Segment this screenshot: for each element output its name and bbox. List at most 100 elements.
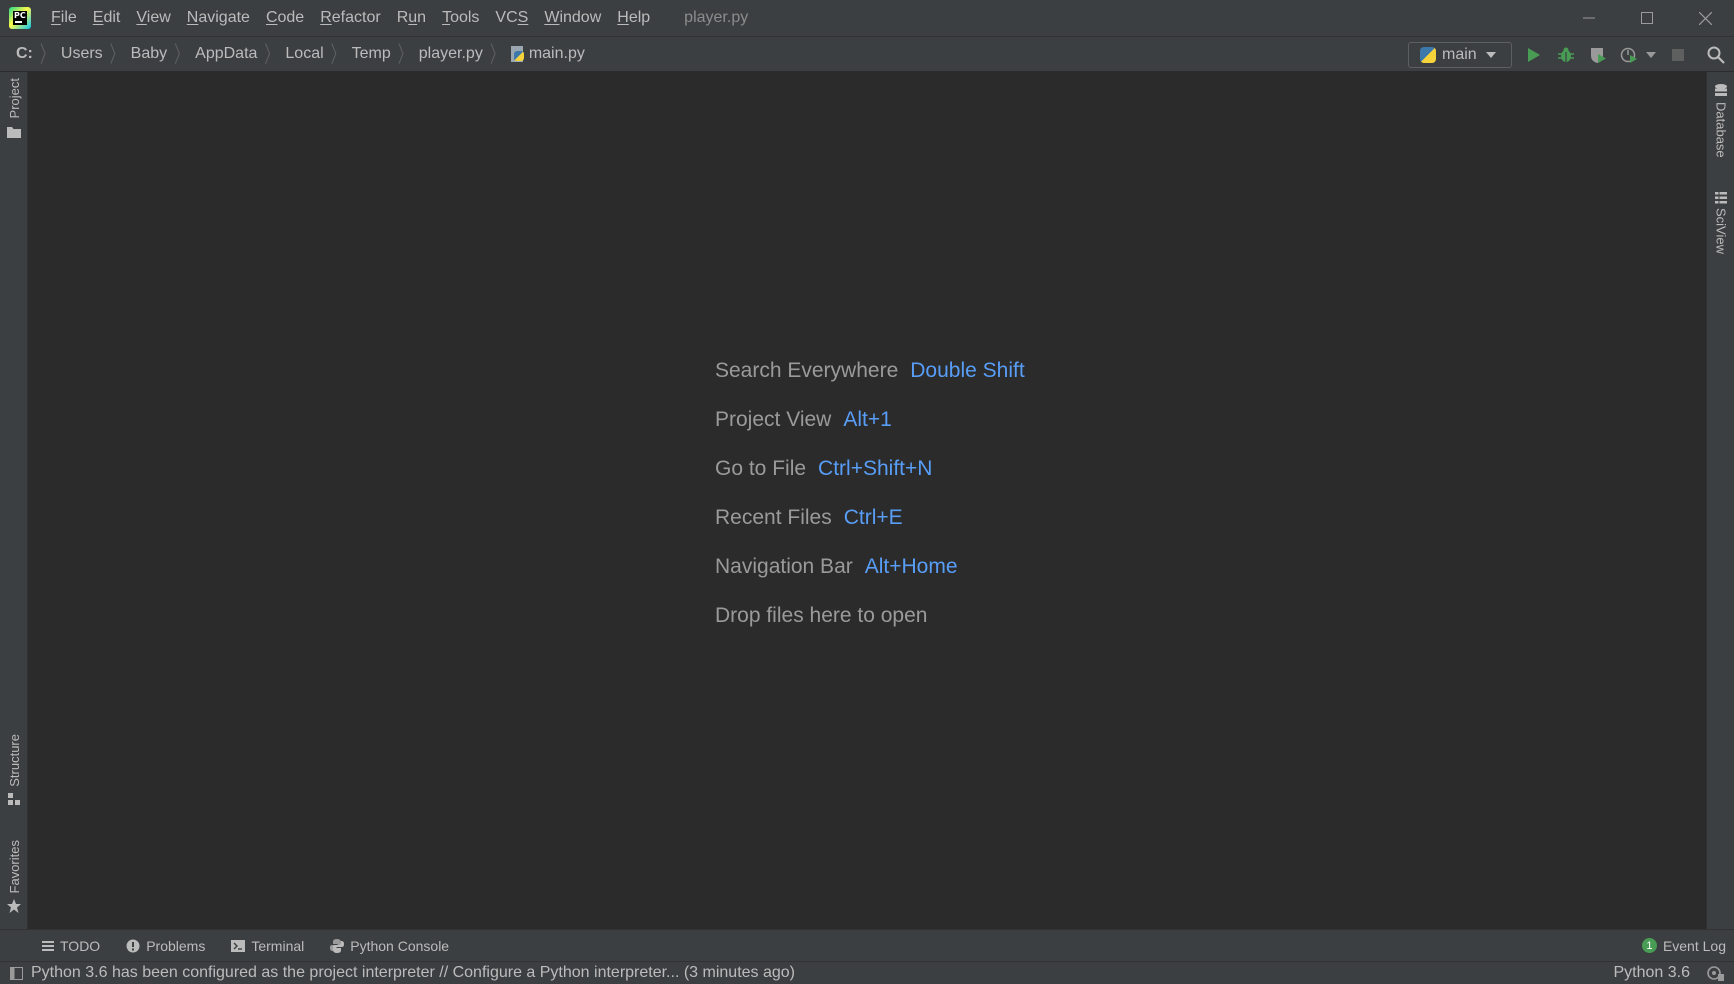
tab-database[interactable]: Database [1707, 84, 1734, 158]
run-configuration-label: main [1442, 46, 1477, 63]
stop-button[interactable] [1668, 45, 1688, 65]
bug-icon [1558, 47, 1574, 62]
tab-python-console[interactable]: Python Console [330, 938, 449, 954]
toggle-tool-windows-button[interactable] [10, 966, 23, 980]
tab-project[interactable]: Project [0, 78, 28, 139]
breadcrumb-users[interactable]: Users [61, 45, 103, 63]
breadcrumb-appdata[interactable]: AppData [195, 45, 257, 63]
maximize-icon [1641, 12, 1653, 24]
title-bar: PC File Edit View Navigate Code Refactor Run To… [0, 0, 1734, 36]
run-configuration-dropdown[interactable]: main [1408, 42, 1512, 68]
hint-recent-files: Recent Files Ctrl+E [715, 493, 1025, 542]
tab-problems-label: Problems [146, 937, 206, 954]
menu-edit[interactable]: Edit [85, 0, 129, 36]
hint-shortcut: Ctrl+E [843, 505, 903, 529]
menu-tools[interactable]: Tools [434, 0, 487, 36]
hint-label: Go to File [715, 456, 807, 480]
tab-event-log[interactable]: 1 Event Log [1641, 937, 1726, 954]
hint-navigation-bar: Navigation Bar Alt+Home [715, 542, 1025, 591]
breadcrumb-separator: 〉 [264, 41, 279, 67]
menu-refactor[interactable]: Refactor [312, 0, 388, 36]
inspector-icon [1707, 966, 1724, 981]
tab-todo[interactable]: TODO [42, 938, 100, 954]
breadcrumb-separator: 〉 [330, 41, 345, 67]
tab-favorites[interactable]: Favorites [0, 840, 28, 914]
editor-empty-area[interactable]: Search Everywhere Double Shift Project V… [28, 72, 1706, 929]
chevron-down-icon [1646, 52, 1656, 58]
python-console-icon [330, 938, 345, 953]
menu-file[interactable]: File [43, 0, 85, 36]
python-icon [1420, 47, 1436, 63]
tab-sciview[interactable]: SciView [1707, 192, 1734, 254]
close-icon [1698, 11, 1712, 25]
database-icon [1715, 84, 1727, 96]
hint-label: Drop files here to open [715, 603, 928, 627]
search-everywhere-button[interactable] [1706, 45, 1726, 65]
hint-label: Search Everywhere [715, 358, 899, 382]
interpreter-selector[interactable]: Python 3.6 [1614, 964, 1691, 982]
tab-sciview-label: SciView [1713, 208, 1729, 255]
minimize-button[interactable] [1560, 0, 1618, 36]
coverage-icon [1591, 48, 1606, 63]
tab-structure-label: Structure [6, 734, 22, 787]
hint-go-to-file: Go to File Ctrl+Shift+N [715, 444, 1025, 493]
menu-code[interactable]: Code [258, 0, 312, 36]
hint-label: Project View [715, 407, 832, 431]
event-count: 1 [1646, 939, 1653, 952]
breadcrumb-baby[interactable]: Baby [131, 45, 167, 63]
tab-terminal[interactable]: Terminal [231, 938, 304, 954]
tab-project-label: Project [6, 78, 22, 119]
window-controls [1560, 0, 1734, 36]
menu-bar: File Edit View Navigate Code Refactor Run Tools… [43, 0, 658, 36]
tab-database-label: Database [1713, 102, 1729, 158]
breadcrumb-player-py[interactable]: player.py [419, 45, 483, 63]
tab-structure[interactable]: Structure [0, 734, 28, 805]
shortcut-hints: Search Everywhere Double Shift Project V… [715, 346, 1025, 640]
hint-shortcut: Double Shift [910, 358, 1025, 382]
run-button[interactable] [1524, 45, 1544, 65]
breadcrumb-local[interactable]: Local [285, 45, 323, 63]
minimize-icon [1583, 17, 1595, 19]
more-run-options-button[interactable] [1645, 45, 1657, 65]
window-title: player.py [684, 9, 749, 26]
status-message[interactable]: Python 3.6 has been configured as the pr… [31, 964, 795, 982]
run-with-coverage-button[interactable] [1588, 45, 1608, 65]
python-file-icon [510, 46, 525, 62]
tab-terminal-label: Terminal [251, 937, 305, 954]
star-icon [7, 899, 21, 914]
hint-drop-files: Drop files here to open [715, 591, 1025, 640]
list-icon [42, 940, 54, 951]
right-tool-strip: Database SciView [1706, 72, 1734, 929]
menu-run[interactable]: Run [389, 0, 434, 36]
profile-button[interactable] [1619, 45, 1639, 65]
bottom-tool-bar: TODO Problems Terminal Python Console 1 … [0, 929, 1734, 961]
folder-icon [7, 127, 21, 139]
menu-view[interactable]: View [128, 0, 178, 36]
breadcrumb-separator: 〉 [39, 41, 54, 67]
breadcrumb-main-py[interactable]: main.py [510, 45, 585, 63]
structure-icon [8, 792, 20, 805]
breadcrumb-temp[interactable]: Temp [352, 45, 391, 63]
menu-help[interactable]: Help [609, 0, 658, 36]
tab-problems[interactable]: Problems [126, 938, 205, 954]
info-icon [126, 939, 140, 953]
stop-icon [1672, 49, 1684, 61]
play-icon [1528, 48, 1540, 62]
tab-event-log-label: Event Log [1662, 937, 1726, 954]
maximize-button[interactable] [1618, 0, 1676, 36]
hint-shortcut: Ctrl+Shift+N [818, 456, 933, 480]
breadcrumb-drive[interactable]: C: [16, 45, 33, 63]
close-button[interactable] [1676, 0, 1734, 36]
menu-window[interactable]: Window [536, 0, 609, 36]
menu-navigate[interactable]: Navigate [179, 0, 258, 36]
hint-search-everywhere: Search Everywhere Double Shift [715, 346, 1025, 395]
hint-label: Recent Files [715, 505, 832, 529]
breadcrumb-main-py-label: main.py [528, 45, 585, 62]
debug-button[interactable] [1556, 45, 1576, 65]
notifications-button[interactable] [1706, 965, 1724, 981]
search-icon [1707, 46, 1725, 64]
menu-vcs[interactable]: VCS [487, 0, 536, 36]
breadcrumb-separator: 〉 [489, 41, 504, 67]
event-count-badge: 1 [1641, 938, 1657, 953]
tab-todo-label: TODO [60, 937, 101, 954]
